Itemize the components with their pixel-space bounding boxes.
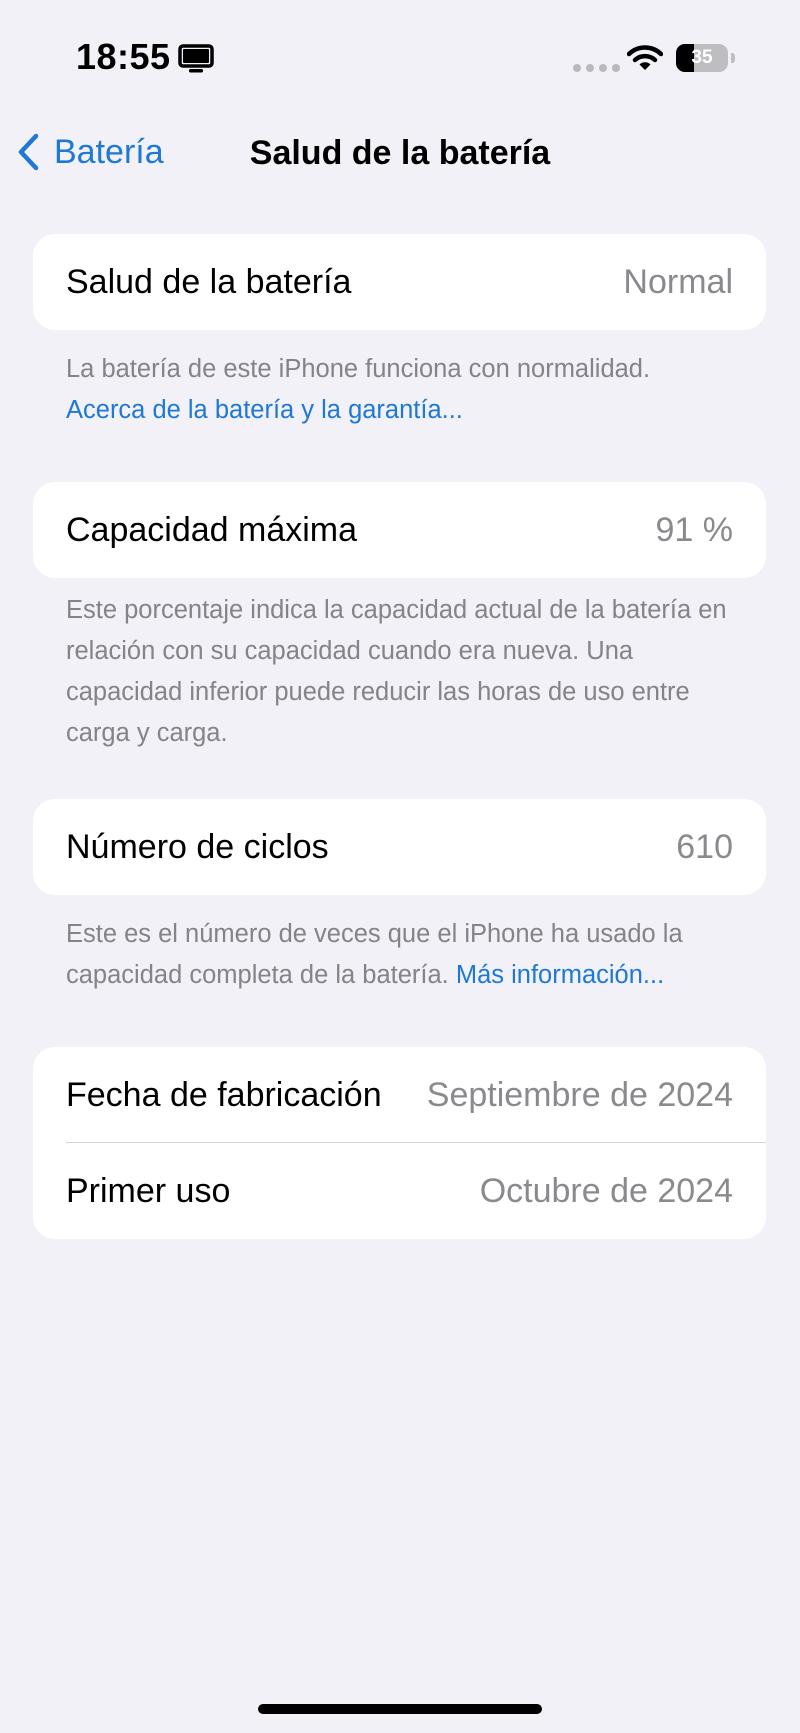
home-indicator[interactable] (258, 1704, 542, 1714)
cycle-count-row: Número de ciclos 610 (33, 799, 766, 895)
manufacture-date-label: Fecha de fabricación (66, 1075, 382, 1114)
battery-icon: 35 (676, 44, 735, 72)
max-capacity-card: Capacidad máxima 91 % (33, 482, 766, 578)
cycle-count-value: 610 (676, 827, 733, 866)
wifi-icon (627, 45, 663, 70)
dates-card: Fecha de fabricación Septiembre de 2024 … (33, 1047, 766, 1239)
battery-health-label: Salud de la batería (66, 262, 352, 301)
manufacture-date-row: Fecha de fabricación Septiembre de 2024 (33, 1047, 766, 1143)
battery-health-value: Normal (623, 262, 733, 301)
navigation-bar: Batería Salud de la batería (0, 110, 800, 202)
battery-health-footnote: La batería de este iPhone funciona con n… (66, 349, 746, 431)
status-bar: 18:55 35 (0, 0, 800, 110)
more-info-link[interactable]: Más información... (456, 961, 664, 989)
manufacture-date-value: Septiembre de 2024 (426, 1075, 733, 1114)
first-use-label: Primer uso (66, 1171, 231, 1210)
cellular-dots-icon (573, 64, 620, 72)
battery-health-card: Salud de la batería Normal (33, 234, 766, 330)
screen-mirroring-icon (178, 44, 214, 73)
page-title: Salud de la batería (249, 134, 551, 172)
max-capacity-row: Capacidad máxima 91 % (33, 482, 766, 578)
cycle-count-label: Número de ciclos (66, 827, 329, 866)
max-capacity-value: 91 % (655, 510, 734, 549)
battery-level: 35 (691, 47, 713, 68)
first-use-row: Primer uso Octubre de 2024 (33, 1143, 766, 1239)
cycle-count-card: Número de ciclos 610 (33, 799, 766, 895)
first-use-value: Octubre de 2024 (479, 1171, 733, 1210)
battery-health-footnote-text: La batería de este iPhone funciona con n… (66, 355, 651, 383)
max-capacity-label: Capacidad máxima (66, 510, 358, 549)
cycle-count-footnote: Este es el número de veces que el iPhone… (66, 914, 746, 996)
battery-health-row: Salud de la batería Normal (33, 234, 766, 330)
max-capacity-footnote: Este porcentaje indica la capacidad actu… (66, 596, 727, 747)
battery-warranty-link[interactable]: Acerca de la batería y la garantía... (66, 390, 746, 431)
status-time: 18:55 (76, 36, 171, 77)
